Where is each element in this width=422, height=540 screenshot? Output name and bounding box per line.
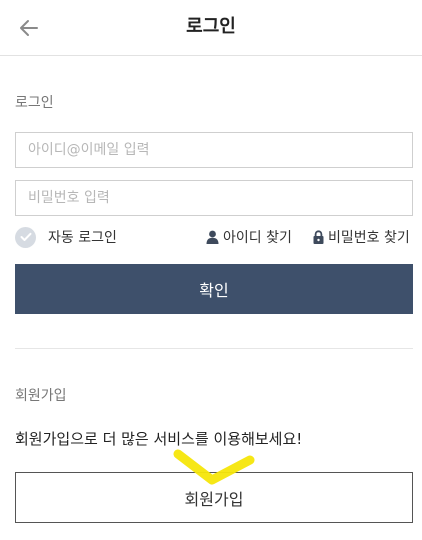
find-password-label: 비밀번호 찾기 (328, 230, 410, 246)
find-id-link[interactable]: 아이디 찾기 (206, 227, 292, 247)
page-title: 로그인 (186, 16, 236, 37)
lock-icon (313, 230, 324, 244)
person-icon (206, 230, 219, 244)
id-email-input[interactable] (15, 132, 413, 168)
check-circle-icon (15, 226, 36, 248)
find-password-link[interactable]: 비밀번호 찾기 (313, 227, 410, 247)
header: 로그인 (0, 0, 422, 56)
signup-button[interactable]: 회원가입 (15, 472, 413, 523)
login-section-label: 로그인 (15, 95, 54, 111)
signup-promo-text: 회원가입으로 더 많은 서비스를 이용해보세요! (15, 430, 303, 448)
confirm-button[interactable]: 확인 (15, 264, 413, 314)
auto-login-checkbox[interactable]: 자동 로그인 (15, 226, 117, 248)
signup-section-label: 회원가입 (15, 388, 67, 404)
password-input[interactable] (15, 180, 413, 216)
find-id-label: 아이디 찾기 (223, 230, 292, 246)
auto-login-label: 자동 로그인 (48, 230, 117, 246)
section-divider (15, 348, 413, 349)
